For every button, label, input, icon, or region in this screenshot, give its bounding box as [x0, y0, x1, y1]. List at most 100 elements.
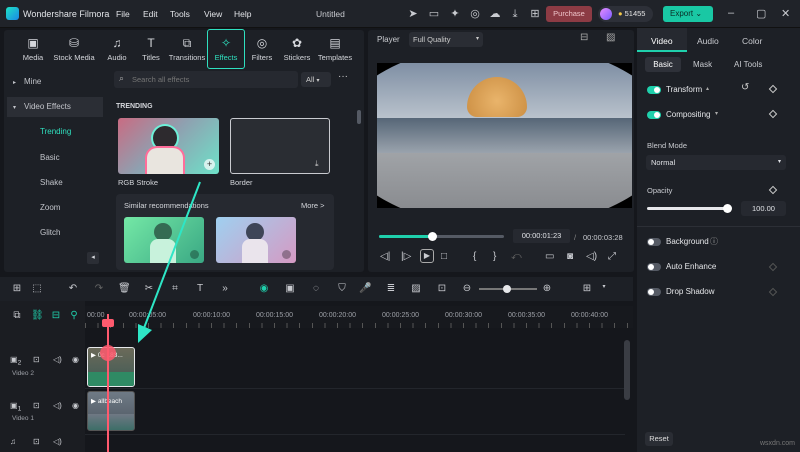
zoom-slider-knob[interactable]: [503, 285, 511, 293]
tab-audio-inspector[interactable]: Audio: [697, 36, 719, 46]
keyframe-icon[interactable]: [768, 185, 778, 195]
volume-icon[interactable]: ◁): [53, 401, 62, 410]
opacity-slider-knob[interactable]: [723, 204, 732, 213]
keyframe-icon[interactable]: [768, 262, 778, 272]
keyframe-icon[interactable]: [768, 287, 778, 297]
sidebar-item-mine[interactable]: ▸ Mine: [7, 72, 103, 92]
zoom-in-icon[interactable]: ⊕: [541, 283, 553, 294]
effect-thumb-border[interactable]: ⤓: [230, 118, 330, 174]
menu-help[interactable]: Help: [234, 9, 251, 19]
monitor-icon[interactable]: ▭: [427, 7, 441, 21]
mark-in-icon[interactable]: {: [473, 251, 476, 262]
download-icon[interactable]: ⤓: [315, 159, 319, 169]
timeline-scrollbar[interactable]: [624, 340, 630, 400]
layout-icon[interactable]: ⊞: [11, 283, 23, 294]
shield-icon[interactable]: ⛉: [336, 283, 348, 294]
sidebar-item-shake[interactable]: Shake: [7, 173, 103, 193]
headset-icon[interactable]: ◎: [468, 7, 482, 21]
tab-audio[interactable]: ♫ Audio: [99, 36, 135, 68]
tab-effects[interactable]: ✧ Effects: [207, 29, 245, 69]
snapshot-layout-icon[interactable]: ⊟: [580, 32, 588, 43]
select-tool-icon[interactable]: ⬚: [31, 283, 43, 294]
snap-icon[interactable]: ⊟: [50, 310, 62, 321]
lightbulb-icon[interactable]: ✦: [448, 7, 462, 21]
keyframe-icon[interactable]: [768, 109, 778, 119]
more-tools-icon[interactable]: »: [219, 283, 231, 294]
ripple-icon[interactable]: ◉: [258, 283, 270, 294]
opacity-slider[interactable]: [647, 207, 727, 210]
microphone-icon[interactable]: 🎤: [359, 283, 371, 294]
display-icon[interactable]: ▭: [545, 251, 554, 262]
more-link[interactable]: More >: [301, 201, 325, 210]
eye-icon[interactable]: ◉: [72, 401, 79, 410]
credits-badge[interactable]: ● 51455: [598, 6, 653, 22]
minimize-icon[interactable]: –: [728, 7, 734, 19]
tab-stock-media[interactable]: ⛁ Stock Media: [51, 36, 97, 68]
prev-frame-icon[interactable]: ◁|: [380, 251, 390, 262]
clip-video1[interactable]: ▶ allbeach: [87, 391, 135, 431]
playback-progress-knob[interactable]: [427, 232, 437, 241]
tab-video[interactable]: Video: [651, 36, 673, 46]
sidebar-item-basic[interactable]: Basic: [7, 148, 103, 168]
subtab-ai-tools[interactable]: AI Tools: [734, 60, 762, 69]
play-icon[interactable]: ▶: [420, 249, 434, 263]
lock-icon[interactable]: ⊡: [33, 355, 40, 364]
help-icon[interactable]: ⓘ: [710, 236, 718, 247]
drop-shadow-toggle[interactable]: [647, 288, 661, 296]
tab-titles[interactable]: T Titles: [133, 36, 169, 68]
close-icon[interactable]: ✕: [781, 7, 790, 20]
ai-cut-icon[interactable]: ▣: [284, 283, 296, 294]
playhead-line[interactable]: [107, 314, 109, 452]
volume-icon[interactable]: ◁): [53, 437, 62, 446]
chevron-down-icon[interactable]: ▾: [598, 283, 610, 290]
tab-stickers[interactable]: ✿ Stickers: [279, 36, 315, 68]
menu-file[interactable]: File: [116, 9, 130, 19]
maximize-icon[interactable]: ▢: [756, 7, 766, 20]
download-icon[interactable]: ⤓: [508, 7, 522, 21]
quality-select[interactable]: Full Quality ▾: [409, 32, 483, 47]
lock-icon[interactable]: ⊡: [33, 437, 40, 446]
blend-mode-select[interactable]: Normal ▾: [646, 155, 786, 170]
sidebar-item-glitch[interactable]: Glitch: [7, 223, 103, 243]
grid-view-icon[interactable]: ⊞: [581, 283, 593, 294]
effect-thumb-rgb-stroke[interactable]: +: [118, 118, 219, 174]
reset-button[interactable]: Reset: [645, 432, 673, 446]
eye-icon[interactable]: ◉: [72, 355, 79, 364]
compare-icon[interactable]: ⊡: [436, 283, 448, 294]
more-options-icon[interactable]: ···: [338, 71, 348, 82]
tab-transitions[interactable]: ⧉ Transitions: [167, 36, 207, 68]
link-icon[interactable]: ⛓: [31, 310, 44, 321]
zoom-out-icon[interactable]: ⊖: [461, 283, 473, 294]
compositing-toggle[interactable]: [647, 111, 661, 119]
download-icon[interactable]: [282, 250, 291, 259]
redo-icon[interactable]: ↷: [93, 283, 105, 294]
background-toggle[interactable]: [647, 238, 661, 246]
filter-select[interactable]: All ▾: [301, 72, 331, 87]
send-icon[interactable]: ➤: [406, 7, 420, 21]
playhead-marker[interactable]: [100, 345, 116, 361]
reset-icon[interactable]: ↺: [741, 82, 749, 93]
similar-thumb-2[interactable]: [216, 217, 296, 263]
speed-icon[interactable]: ◌: [310, 283, 322, 294]
tab-filters[interactable]: ◎ Filters: [244, 36, 280, 68]
cloud-upload-icon[interactable]: ☁: [488, 7, 502, 21]
export-button[interactable]: Export ⌄: [663, 6, 713, 22]
opacity-input[interactable]: 100.00: [741, 201, 786, 216]
preview-image-icon[interactable]: ▨: [606, 32, 615, 43]
lock-icon[interactable]: ⊡: [33, 401, 40, 410]
fullscreen-icon[interactable]: ⤢: [608, 251, 616, 262]
effects-scrollbar[interactable]: [357, 110, 361, 124]
playback-progress-track[interactable]: [379, 232, 504, 241]
auto-enhance-toggle[interactable]: [647, 263, 661, 271]
audio-list-icon[interactable]: ≣: [385, 283, 397, 294]
undo-icon[interactable]: ↶: [67, 283, 79, 294]
tab-media[interactable]: ▣ Media: [15, 36, 51, 68]
stop-icon[interactable]: □: [441, 251, 447, 262]
mark-out-icon[interactable]: }: [493, 251, 496, 262]
transform-toggle[interactable]: [647, 86, 661, 94]
camera-icon[interactable]: ◙: [567, 251, 573, 262]
collapse-sidebar-icon[interactable]: ◂: [87, 252, 99, 264]
sidebar-item-zoom[interactable]: Zoom: [7, 198, 103, 218]
image-icon[interactable]: ▨: [410, 283, 422, 294]
volume-icon[interactable]: ◁): [53, 355, 62, 364]
